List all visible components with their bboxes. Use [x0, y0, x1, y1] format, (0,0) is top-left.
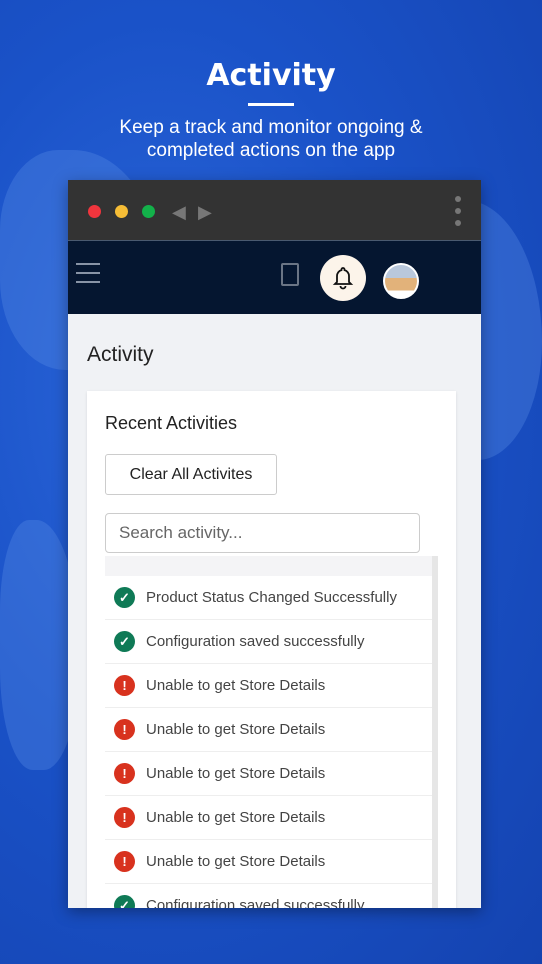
activity-item[interactable]: ✓ Configuration saved successfully — [105, 884, 432, 908]
clear-all-activities-button[interactable]: Clear All Activites — [105, 454, 277, 495]
activity-text: Configuration saved successfully — [146, 633, 365, 650]
hero-subtitle-2: completed actions on the app — [146, 140, 396, 161]
exclamation-circle-icon: ! — [114, 719, 135, 740]
exclamation-circle-icon: ! — [114, 807, 135, 828]
exclamation-circle-icon: ! — [114, 763, 135, 784]
activity-item[interactable]: ! Unable to get Store Details — [105, 840, 432, 884]
activity-text: Unable to get Store Details — [146, 853, 326, 870]
activity-text: Unable to get Store Details — [146, 721, 326, 738]
recent-activities-card: Recent Activities Clear All Activites ✓ P… — [87, 391, 456, 908]
kebab-menu-icon[interactable] — [455, 196, 461, 232]
title-underline — [248, 103, 294, 106]
page-title: Activity — [87, 343, 154, 366]
exclamation-circle-icon: ! — [114, 851, 135, 872]
app-header — [68, 241, 481, 314]
exclamation-circle-icon: ! — [114, 675, 135, 696]
hero: Activity Keep a track and monitor ongoin… — [0, 58, 542, 162]
activity-text: Unable to get Store Details — [146, 809, 326, 826]
activity-item[interactable]: ! Unable to get Store Details — [105, 708, 432, 752]
activity-list[interactable]: ✓ Product Status Changed Successfully ✓ Con… — [105, 556, 438, 908]
hamburger-menu-icon[interactable] — [76, 263, 100, 290]
close-window-button[interactable] — [88, 205, 101, 218]
activity-item[interactable]: ✓ Product Status Changed Successfully — [105, 576, 432, 620]
browser-window: ◀ ▶ Activity Recent Activities Clear All… — [68, 180, 481, 908]
activity-item[interactable]: ✓ Configuration saved successfully — [105, 620, 432, 664]
notification-bell-button[interactable] — [320, 255, 366, 301]
user-avatar[interactable] — [383, 263, 419, 299]
maximize-window-button[interactable] — [142, 205, 155, 218]
check-circle-icon: ✓ — [114, 631, 135, 652]
activity-item[interactable]: ! Unable to get Store Details — [105, 664, 432, 708]
activity-text: Unable to get Store Details — [146, 765, 326, 782]
search-activity-input[interactable] — [105, 513, 420, 553]
activity-text: Configuration saved successfully — [146, 897, 365, 908]
activity-text: Unable to get Store Details — [146, 677, 326, 694]
check-circle-icon: ✓ — [114, 587, 135, 608]
back-arrow-icon[interactable]: ◀ — [172, 202, 186, 223]
bell-icon — [332, 267, 354, 290]
list-header — [105, 556, 432, 576]
hero-subtitle-1: Keep a track and monitor ongoing & — [119, 117, 423, 138]
minimize-window-button[interactable] — [115, 205, 128, 218]
browser-titlebar: ◀ ▶ — [68, 180, 481, 241]
activity-text: Product Status Changed Successfully — [146, 589, 397, 606]
hero-title: Activity — [206, 58, 336, 93]
forward-arrow-icon[interactable]: ▶ — [198, 202, 212, 223]
activity-item[interactable]: ! Unable to get Store Details — [105, 752, 432, 796]
check-circle-icon: ✓ — [114, 895, 135, 908]
activity-item[interactable]: ! Unable to get Store Details — [105, 796, 432, 840]
card-title: Recent Activities — [105, 413, 238, 433]
document-icon[interactable] — [281, 263, 299, 286]
